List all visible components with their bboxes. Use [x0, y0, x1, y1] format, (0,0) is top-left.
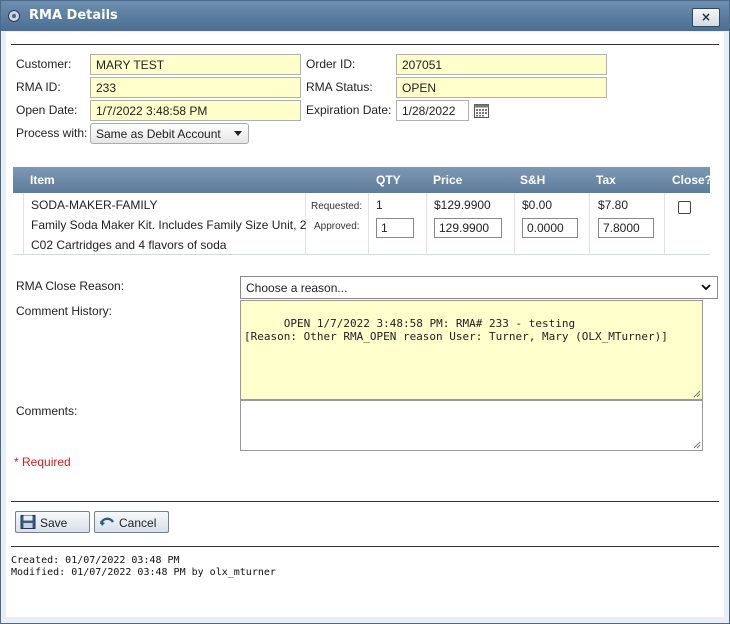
customer-label: Customer: — [16, 57, 72, 71]
requested-label: Requested: — [311, 201, 363, 212]
customer-field[interactable]: MARY TEST — [90, 54, 301, 75]
chevron-down-icon — [701, 284, 711, 291]
price-requested: $129.9900 — [434, 198, 491, 212]
qty-requested: 1 — [376, 198, 383, 212]
header-qty: QTY — [376, 173, 401, 187]
chevron-down-icon — [234, 131, 242, 136]
close-button[interactable]: × — [692, 8, 720, 27]
approved-label: Approved: — [314, 221, 360, 232]
open-date-field[interactable]: 1/7/2022 3:48:58 PM — [90, 100, 301, 121]
resize-grip-icon[interactable] — [693, 441, 701, 449]
column-divider — [23, 193, 24, 255]
cancel-button[interactable]: Cancel — [94, 511, 169, 533]
floppy-disk-icon — [20, 515, 36, 529]
expiration-date-label: Expiration Date: — [306, 103, 392, 117]
rma-details-dialog: RMA Details × Customer: MARY TEST RMA ID… — [0, 0, 730, 624]
gear-icon — [8, 10, 20, 22]
calendar-icon[interactable] — [474, 103, 489, 118]
items-table-header: Item QTY Price S&H Tax Close? — [13, 167, 713, 193]
required-note: * Required — [14, 455, 71, 469]
table-row: SODA-MAKER-FAMILY Family Soda Maker Kit.… — [13, 193, 710, 255]
title-bar[interactable]: RMA Details × — [1, 1, 729, 31]
sh-approved-input[interactable]: 0.0000 — [522, 218, 578, 238]
order-id-label: Order ID: — [306, 57, 356, 71]
tax-requested: $7.80 — [598, 198, 629, 212]
buttons-divider — [11, 501, 719, 502]
process-with-select[interactable]: Same as Debit Account — [90, 123, 249, 144]
order-id-field[interactable]: 207051 — [396, 54, 607, 75]
cancel-button-label: Cancel — [119, 516, 157, 530]
undo-arrow-icon — [99, 517, 115, 526]
comment-history-label: Comment History: — [16, 304, 113, 318]
open-date-label: Open Date: — [16, 103, 78, 117]
column-divider — [514, 193, 515, 255]
rma-id-field[interactable]: 233 — [90, 77, 301, 98]
header-item: Item — [30, 173, 55, 187]
rma-id-label: RMA ID: — [16, 80, 61, 94]
comment-history-text: OPEN 1/7/2022 3:48:58 PM: RMA# 233 - tes… — [244, 317, 668, 343]
top-divider — [11, 44, 719, 45]
modified-timestamp: Modified: 01/07/2022 03:48 PM by olx_mtu… — [11, 567, 276, 578]
header-close: Close? — [672, 173, 713, 187]
created-timestamp: Created: 01/07/2022 03:48 PM — [11, 555, 180, 566]
column-divider — [589, 193, 590, 255]
column-divider — [368, 193, 369, 255]
close-icon: × — [700, 10, 712, 24]
close-reason-select[interactable]: Choose a reason... — [240, 276, 718, 299]
column-divider — [426, 193, 427, 255]
header-price: Price — [433, 173, 463, 187]
price-approved-input[interactable]: 129.9900 — [434, 218, 502, 238]
close-reason-value: Choose a reason... — [246, 281, 348, 295]
save-button-label: Save — [40, 516, 68, 530]
footer-divider — [11, 546, 719, 547]
header-tax: Tax — [596, 173, 616, 187]
process-with-value: Same as Debit Account — [96, 127, 221, 141]
header-sh: S&H — [520, 173, 546, 187]
qty-approved-input[interactable]: 1 — [376, 218, 414, 238]
item-description-line-2: C02 Cartridges and 4 flavors of soda — [31, 238, 227, 252]
rma-status-label: RMA Status: — [306, 80, 373, 94]
close-reason-label: RMA Close Reason: — [16, 279, 125, 293]
comments-textarea[interactable] — [240, 400, 703, 451]
process-with-label: Process with: — [16, 126, 88, 140]
dialog-content: Customer: MARY TEST RMA ID: 233 Open Dat… — [6, 32, 724, 617]
item-description-line-1: Family Soda Maker Kit. Includes Family S… — [31, 218, 307, 232]
item-code: SODA-MAKER-FAMILY — [31, 198, 158, 212]
expiration-date-field[interactable]: 1/28/2022 — [396, 100, 469, 121]
close-item-checkbox[interactable] — [678, 201, 691, 214]
save-button[interactable]: Save — [15, 511, 90, 533]
resize-grip-icon[interactable] — [693, 390, 701, 398]
comment-history-textarea[interactable]: OPEN 1/7/2022 3:48:58 PM: RMA# 233 - tes… — [240, 300, 703, 400]
comments-label: Comments: — [16, 404, 78, 418]
sh-requested: $0.00 — [522, 198, 553, 212]
column-divider — [664, 193, 665, 255]
rma-status-field[interactable]: OPEN — [396, 77, 607, 98]
tax-approved-input[interactable]: 7.8000 — [598, 218, 654, 238]
dialog-title: RMA Details — [29, 8, 118, 23]
